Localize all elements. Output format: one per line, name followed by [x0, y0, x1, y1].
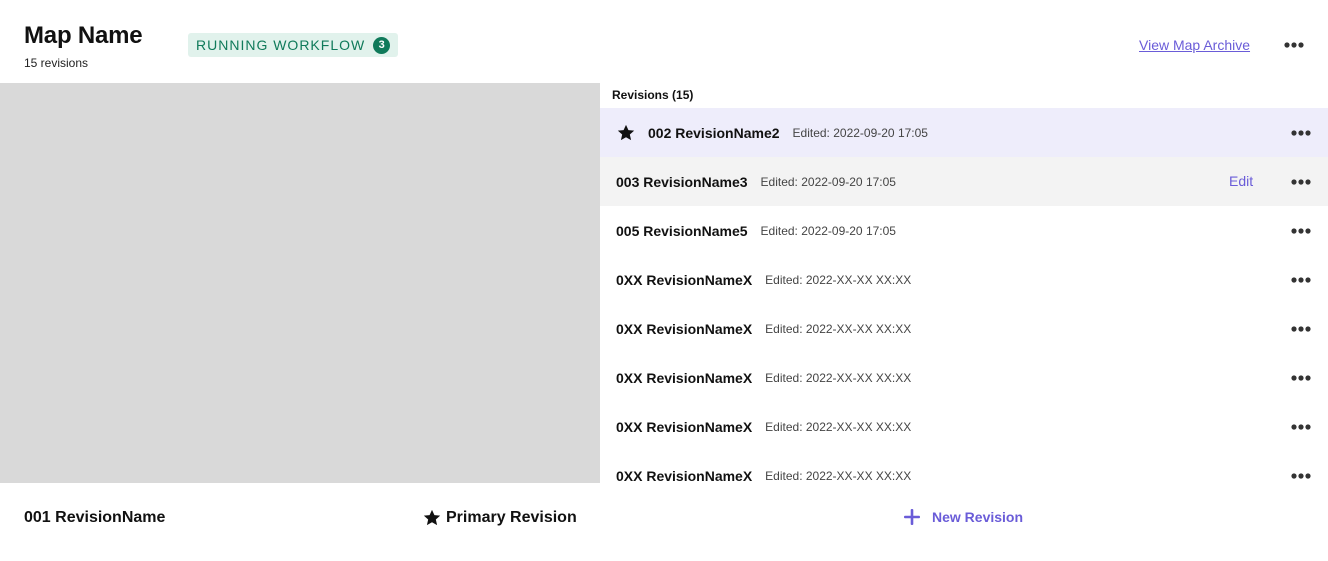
revisions-heading: Revisions (15): [612, 88, 694, 102]
revision-name: 005 RevisionName5: [616, 222, 748, 239]
page-header: Map Name 15 revisions RUNNING WORKFLOW 3…: [0, 0, 1328, 83]
page-title: Map Name: [24, 22, 143, 49]
revision-edited-timestamp: Edited: 2022-XX-XX XX:XX: [765, 468, 912, 483]
more-horizontal-icon[interactable]: [1290, 221, 1312, 241]
more-horizontal-icon[interactable]: [1290, 123, 1312, 143]
new-revision-button[interactable]: New Revision: [902, 507, 1023, 527]
revision-row[interactable]: 0XX RevisionNameX Edited: 2022-XX-XX XX:X…: [600, 255, 1328, 304]
primary-revision-label: Primary Revision: [446, 509, 577, 526]
revision-count: 15 revisions: [24, 56, 89, 70]
revision-row[interactable]: 005 RevisionName5 Edited: 2022-09-20 17:0…: [600, 206, 1328, 255]
revisions-list[interactable]: 002 RevisionName2 Edited: 2022-09-20 17:0…: [600, 108, 1328, 483]
revision-edited-timestamp: Edited: 2022-XX-XX XX:XX: [765, 370, 912, 385]
revision-edited-timestamp: Edited: 2022-09-20 17:05: [792, 125, 928, 140]
more-horizontal-icon[interactable]: [1283, 35, 1305, 55]
star-icon: [616, 123, 636, 143]
revision-edited-timestamp: Edited: 2022-09-20 17:05: [760, 174, 896, 189]
plus-icon: [902, 507, 922, 527]
revision-edited-timestamp: Edited: 2022-09-20 17:05: [760, 223, 896, 238]
revision-name: 0XX RevisionNameX: [616, 320, 753, 337]
revision-name: 0XX RevisionNameX: [616, 418, 753, 435]
more-horizontal-icon[interactable]: [1290, 466, 1312, 483]
view-map-archive-link[interactable]: View Map Archive: [1139, 37, 1250, 53]
revision-name: 0XX RevisionNameX: [616, 369, 753, 386]
map-preview: [0, 83, 600, 483]
revision-row[interactable]: 0XX RevisionNameX Edited: 2022-XX-XX XX:X…: [600, 353, 1328, 402]
revision-name: 002 RevisionName2: [648, 124, 780, 141]
more-horizontal-icon[interactable]: [1290, 319, 1312, 339]
primary-revision-indicator: Primary Revision: [422, 508, 577, 528]
workflow-count-badge: 3: [373, 36, 391, 54]
revision-row[interactable]: 0XX RevisionNameX Edited: 2022-XX-XX XX:X…: [600, 304, 1328, 353]
more-horizontal-icon[interactable]: [1290, 172, 1312, 192]
more-horizontal-icon[interactable]: [1290, 417, 1312, 437]
revision-name: 003 RevisionName3: [616, 173, 748, 190]
revision-row[interactable]: 0XX RevisionNameX Edited: 2022-XX-XX XX:X…: [600, 451, 1328, 483]
more-horizontal-icon[interactable]: [1290, 368, 1312, 388]
revision-name: 0XX RevisionNameX: [616, 271, 753, 288]
workflow-status-label: RUNNING WORKFLOW: [196, 37, 366, 53]
revision-edited-timestamp: Edited: 2022-XX-XX XX:XX: [765, 321, 912, 336]
revision-row[interactable]: 0XX RevisionNameX Edited: 2022-XX-XX XX:X…: [600, 402, 1328, 451]
current-revision-name: 001 RevisionName: [24, 509, 166, 526]
star-icon: [422, 508, 442, 528]
more-horizontal-icon[interactable]: [1290, 270, 1312, 290]
revision-name: 0XX RevisionNameX: [616, 467, 753, 484]
revision-edited-timestamp: Edited: 2022-XX-XX XX:XX: [765, 419, 912, 434]
workflow-status-badge[interactable]: RUNNING WORKFLOW 3: [188, 33, 399, 57]
revision-row[interactable]: 002 RevisionName2 Edited: 2022-09-20 17:0…: [600, 108, 1328, 157]
edit-revision-button[interactable]: Edit: [1229, 173, 1253, 189]
new-revision-label: New Revision: [932, 509, 1024, 525]
revision-edited-timestamp: Edited: 2022-XX-XX XX:XX: [765, 272, 912, 287]
revision-row[interactable]: 003 RevisionName3 Edited: 2022-09-20 17:0…: [600, 157, 1328, 206]
